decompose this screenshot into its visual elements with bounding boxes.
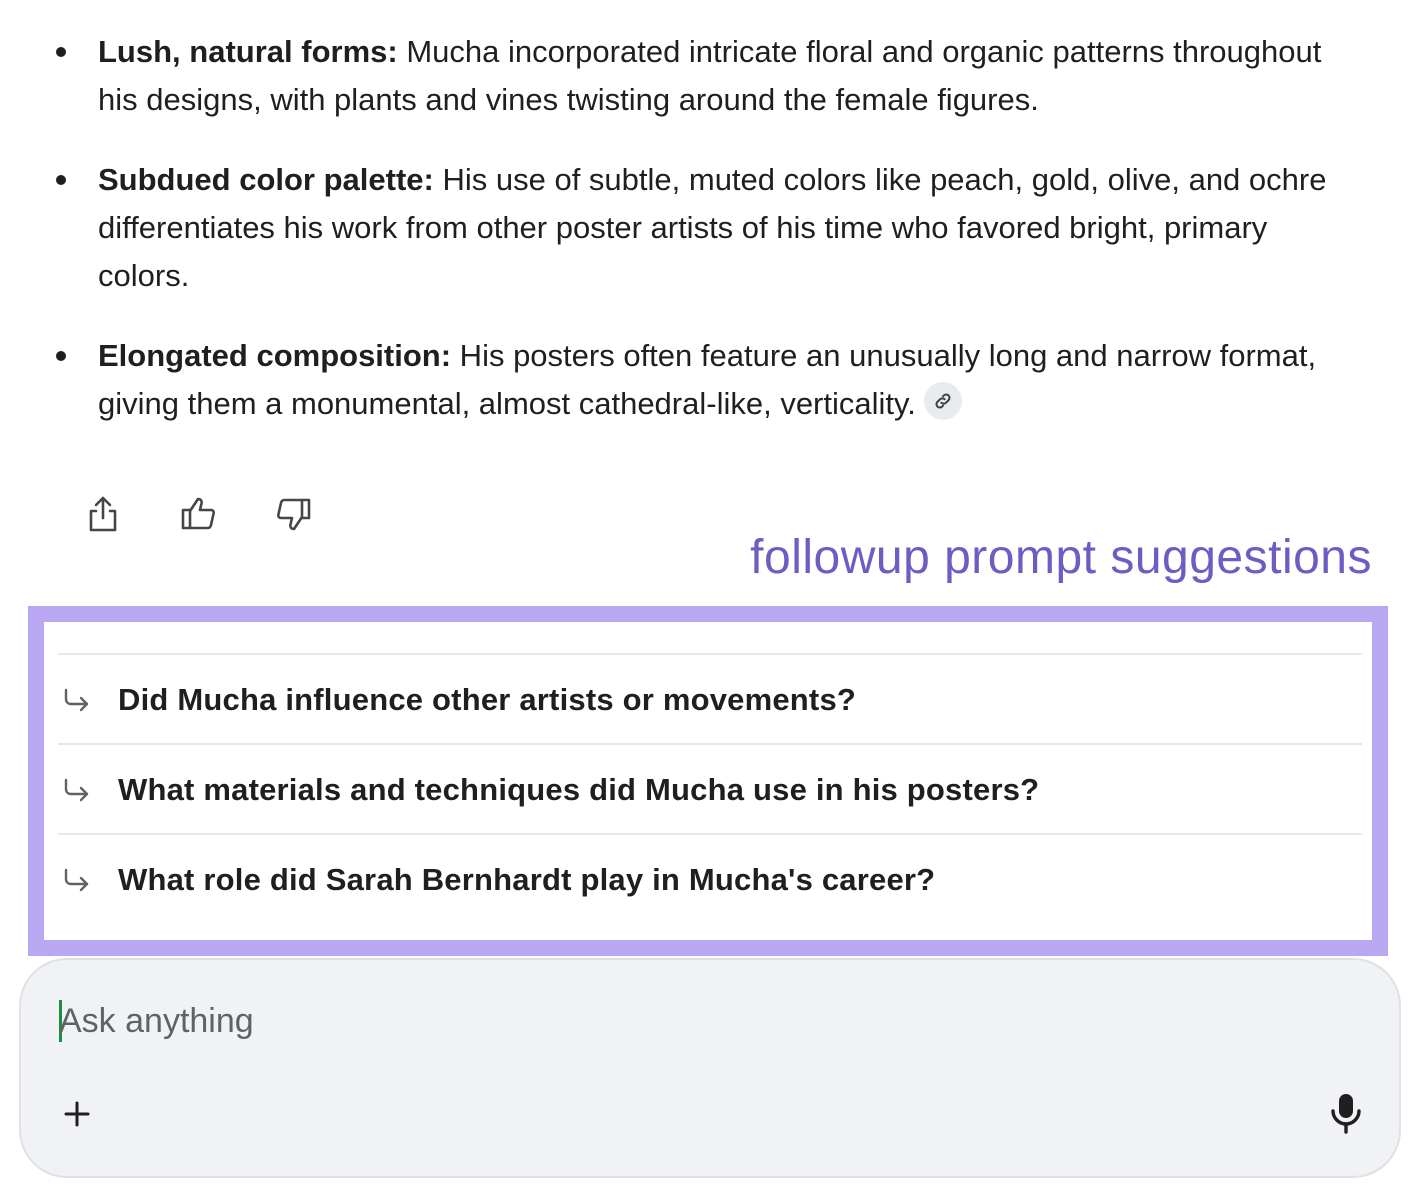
bullet-item: Subdued color palette: His use of subtle… [56,156,1358,300]
prompt-composer [19,958,1401,1178]
bullet-term: Lush, natural forms: [98,34,398,69]
microphone-button[interactable] [1321,1090,1371,1140]
annotation-label: followup prompt suggestions [750,531,1372,584]
suggestion-text: Did Mucha influence other artists or mov… [118,682,857,717]
share-button[interactable] [78,488,128,544]
reply-arrow-icon [58,777,118,803]
bullet-item: Lush, natural forms: Mucha incorporated … [56,28,1358,124]
bullet-term: Subdued color palette: [98,162,434,197]
prompt-input[interactable] [59,996,1259,1046]
suggestion-item[interactable]: What materials and techniques did Mucha … [58,743,1362,835]
add-attachment-button[interactable] [55,1094,99,1138]
thumbs-down-button[interactable] [268,488,318,544]
reply-arrow-icon [58,687,118,713]
suggestion-text: What role did Sarah Bernhardt play in Mu… [118,862,936,897]
suggestion-item[interactable]: What role did Sarah Bernhardt play in Mu… [58,833,1362,925]
microphone-icon [1329,1092,1363,1139]
share-icon [86,494,120,539]
bullet-item: Elongated composition: His posters often… [56,332,1358,428]
thumbs-up-button[interactable] [174,488,224,544]
suggestion-item[interactable]: Did Mucha influence other artists or mov… [58,653,1362,745]
suggestion-text: What materials and techniques did Mucha … [118,772,1040,807]
bullet-term: Elongated composition: [98,338,452,373]
followup-suggestions-panel: Did Mucha influence other artists or mov… [28,606,1388,956]
thumbs-down-icon [273,494,313,539]
thumbs-up-icon [179,494,219,539]
reply-arrow-icon [58,867,118,893]
plus-icon [63,1100,91,1133]
source-link-icon[interactable] [923,382,962,420]
